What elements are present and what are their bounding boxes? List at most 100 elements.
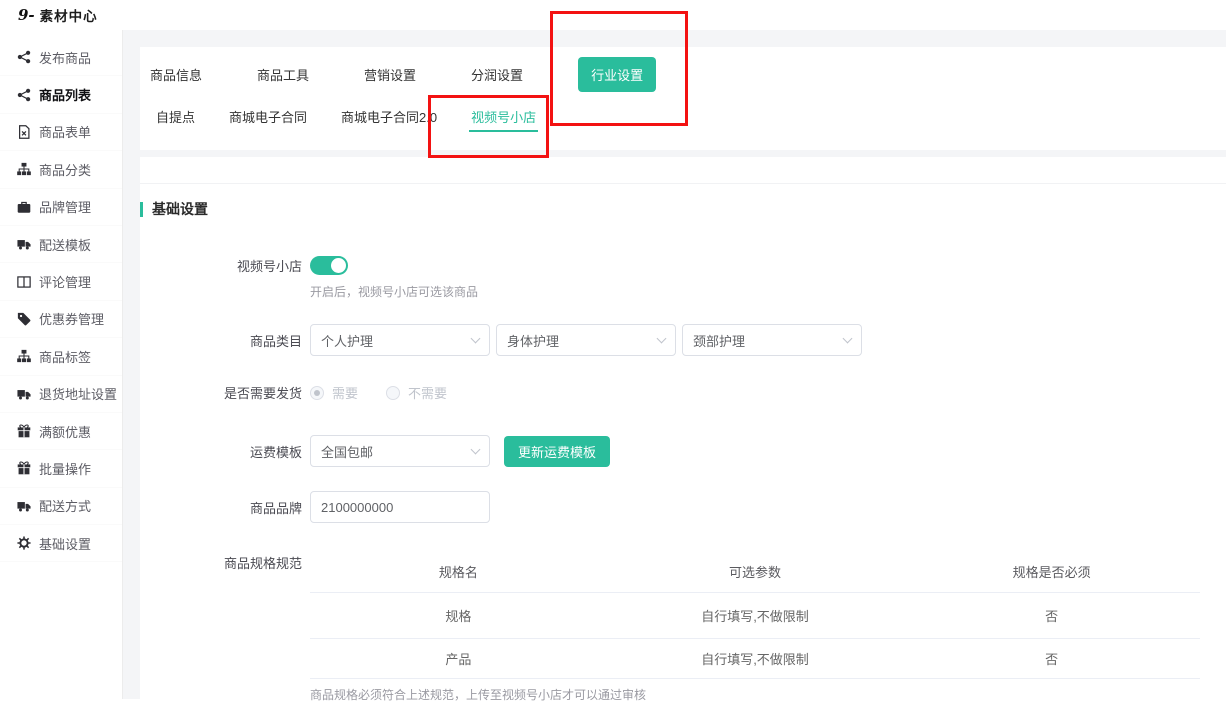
- tab-profit-settings[interactable]: 分润设置: [471, 65, 523, 84]
- tab-panel: 商品信息 商品工具 营销设置 分润设置 行业设置 自提点 商城电子合同 商城电子…: [140, 47, 1226, 150]
- sidebar-item-label: 商品标签: [39, 347, 91, 366]
- section-accent-bar: [140, 202, 143, 217]
- gift-icon: [17, 424, 31, 438]
- truck-icon: [17, 237, 31, 251]
- briefcase-icon: [17, 200, 31, 214]
- form-row-freight-template: 运费模板 全国包邮 更新运费模板: [140, 435, 1226, 467]
- radio-label: 不需要: [408, 383, 447, 402]
- form-row-channel-toggle: 视频号小店: [140, 256, 1226, 275]
- sidebar-item-label: 商品表单: [39, 122, 91, 141]
- table-cell-spec-name: 产品: [310, 649, 607, 668]
- section-title: 基础设置: [152, 199, 208, 219]
- sidebar-item-label: 发布商品: [39, 48, 91, 67]
- category-select-level1[interactable]: 个人护理: [310, 324, 490, 356]
- tab-wechat-channel-shop[interactable]: 视频号小店: [469, 102, 538, 132]
- chevron-down-icon: [471, 444, 481, 454]
- sidebar-item-publish-goods[interactable]: 发布商品: [0, 39, 122, 76]
- table-header-optional-params: 可选参数: [607, 562, 904, 581]
- tab-marketing-settings[interactable]: 营销设置: [364, 65, 416, 84]
- tab-industry-settings[interactable]: 行业设置: [578, 57, 656, 92]
- form-row-shipping-required: 是否需要发货 需要 不需要: [140, 383, 1226, 402]
- update-freight-template-button[interactable]: 更新运费模板: [504, 436, 610, 467]
- table-header-row: 规格名 可选参数 规格是否必须: [310, 551, 1200, 593]
- sidebar-item-return-address[interactable]: 退货地址设置: [0, 376, 122, 413]
- columns-icon: [17, 275, 31, 289]
- tab-self-pickup[interactable]: 自提点: [154, 102, 197, 132]
- radio-shipping-required-no[interactable]: 不需要: [386, 383, 447, 402]
- file-icon: [17, 125, 31, 139]
- sidebar-item-label: 退货地址设置: [39, 384, 117, 403]
- freight-template-select-value: 全国包邮: [321, 442, 373, 461]
- chevron-down-icon: [843, 333, 853, 343]
- sidebar-item-goods-list[interactable]: 商品列表: [0, 76, 122, 113]
- sidebar-item-comment-management[interactable]: 评论管理: [0, 263, 122, 300]
- sidebar-item-label: 评论管理: [39, 272, 91, 291]
- sitemap-icon: [17, 162, 31, 176]
- form-row-spec-rules: 商品规格规范 规格名 可选参数 规格是否必须 规格 自行填写,不做限制 否 产品…: [140, 551, 1226, 703]
- sidebar-item-delivery-template[interactable]: 配送模板: [0, 226, 122, 263]
- category-select-level3[interactable]: 颈部护理: [682, 324, 862, 356]
- tab-goods-tools[interactable]: 商品工具: [257, 65, 309, 84]
- section-header: 基础设置: [140, 199, 1226, 219]
- channel-toggle-switch[interactable]: [310, 256, 348, 275]
- divider: [140, 183, 1226, 184]
- tag-icon: [17, 312, 31, 326]
- share-icon: [17, 50, 31, 64]
- sidebar-item-coupon-management[interactable]: 优惠券管理: [0, 301, 122, 338]
- category-select-level2-value: 身体护理: [507, 331, 559, 350]
- radio-circle-icon: [310, 386, 324, 400]
- tab-mall-econtract[interactable]: 商城电子合同: [227, 102, 309, 132]
- spec-rules-table: 规格名 可选参数 规格是否必须 规格 自行填写,不做限制 否 产品 自行填写,不…: [310, 551, 1200, 703]
- table-row: 产品 自行填写,不做限制 否: [310, 639, 1200, 679]
- category-select-level1-value: 个人护理: [321, 331, 373, 350]
- sidebar-item-label: 批量操作: [39, 459, 91, 478]
- tab-mall-econtract-2[interactable]: 商城电子合同2.0: [339, 102, 439, 132]
- tab-row-primary: 商品信息 商品工具 营销设置 分润设置 行业设置: [140, 47, 1226, 102]
- sidebar-item-goods-form[interactable]: 商品表单: [0, 114, 122, 151]
- radio-shipping-required-yes[interactable]: 需要: [310, 383, 358, 402]
- freight-template-select[interactable]: 全国包邮: [310, 435, 490, 467]
- sidebar-item-brand-management[interactable]: 品牌管理: [0, 189, 122, 226]
- content-panel: 基础设置 视频号小店 开启后，视频号小店可选该商品 商品类目 个人护理 身体护理…: [140, 157, 1226, 699]
- sidebar-item-goods-category[interactable]: 商品分类: [0, 151, 122, 188]
- tab-goods-info[interactable]: 商品信息: [150, 65, 202, 84]
- chevron-down-icon: [657, 333, 667, 343]
- table-row: 规格 自行填写,不做限制 否: [310, 593, 1200, 639]
- radio-circle-icon: [386, 386, 400, 400]
- sitemap-icon: [17, 349, 31, 363]
- channel-toggle-label: 视频号小店: [140, 256, 302, 275]
- sidebar-item-label: 基础设置: [39, 534, 91, 553]
- category-select-level2[interactable]: 身体护理: [496, 324, 676, 356]
- truck-icon: [17, 387, 31, 401]
- sidebar-item-batch-operation[interactable]: 批量操作: [0, 450, 122, 487]
- brand-input[interactable]: [310, 491, 490, 523]
- table-cell-spec-name: 规格: [310, 606, 607, 625]
- gift-icon: [17, 461, 31, 475]
- category-label: 商品类目: [140, 331, 302, 350]
- form-row-brand: 商品品牌: [140, 491, 1226, 523]
- table-cell-optional-params: 自行填写,不做限制: [607, 649, 904, 668]
- shipping-required-label: 是否需要发货: [140, 383, 302, 402]
- sidebar-item-label: 优惠券管理: [39, 309, 104, 328]
- sidebar-item-label: 配送方式: [39, 496, 91, 515]
- sidebar-item-label: 商品分类: [39, 160, 91, 179]
- sidebar-item-full-discount[interactable]: 满额优惠: [0, 413, 122, 450]
- sidebar-item-delivery-method[interactable]: 配送方式: [0, 488, 122, 525]
- top-bar: 9- 素材中心: [0, 0, 1226, 30]
- tab-row-secondary: 自提点 商城电子合同 商城电子合同2.0 视频号小店: [140, 102, 1226, 132]
- table-cell-optional-params: 自行填写,不做限制: [607, 606, 904, 625]
- sidebar-item-basic-settings[interactable]: 基础设置: [0, 525, 122, 562]
- form-row-category: 商品类目 个人护理 身体护理 颈部护理: [140, 324, 1226, 356]
- spec-rules-label: 商品规格规范: [140, 553, 302, 572]
- sidebar-item-label: 商品列表: [39, 85, 91, 104]
- chevron-down-icon: [471, 333, 481, 343]
- table-header-spec-required: 规格是否必须: [903, 562, 1200, 581]
- sidebar-item-goods-tags[interactable]: 商品标签: [0, 338, 122, 375]
- share-icon: [17, 88, 31, 102]
- table-cell-spec-required: 否: [903, 649, 1200, 668]
- channel-toggle-hint: 开启后，视频号小店可选该商品: [310, 283, 1226, 300]
- gear-icon: [17, 536, 31, 550]
- app-title: 素材中心: [40, 5, 98, 25]
- sidebar-item-label: 配送模板: [39, 235, 91, 254]
- truck-icon: [17, 499, 31, 513]
